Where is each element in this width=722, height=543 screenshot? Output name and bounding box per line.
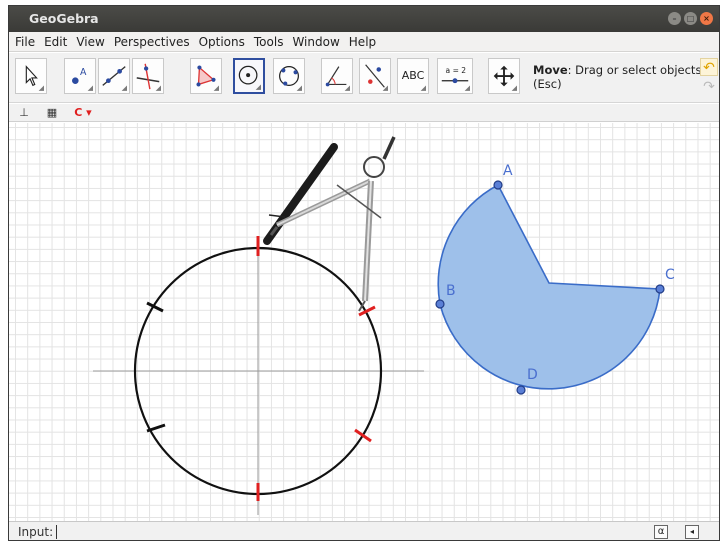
point-b-label: B (446, 283, 456, 299)
text-tool-button[interactable]: ABC ◢ (397, 58, 429, 94)
alpha-symbol-button[interactable]: α (654, 525, 668, 539)
tool-help: Move: Drag or select objects (Esc) (533, 63, 719, 91)
input-caret (56, 525, 57, 539)
geogebra-window: GeoGebra – □ × File Edit View Perspectiv… (8, 5, 720, 541)
minimize-button[interactable]: – (668, 12, 681, 25)
point-a-label: A (503, 163, 513, 179)
red-mark-lower-right (354, 428, 372, 443)
menu-options[interactable]: Options (199, 35, 245, 49)
compass-handle (382, 136, 396, 160)
sector-shape[interactable] (437, 183, 661, 390)
move-graphics-view-tool-button[interactable]: ◢ (488, 58, 520, 94)
circle-center-point-tool-button[interactable]: ◢ (233, 58, 265, 94)
line-tool-button[interactable]: ◢ (98, 58, 130, 94)
menu-view[interactable]: View (76, 35, 104, 49)
keyboard-toggle-icon[interactable]: ◂ (685, 525, 699, 539)
input-field[interactable] (53, 524, 653, 540)
perpendicular-line-tool-button[interactable]: ◢ (132, 58, 164, 94)
move-tool-button[interactable]: ◢ (15, 58, 47, 94)
point-d[interactable] (516, 385, 526, 395)
window-title: GeoGebra (29, 11, 99, 26)
redo-icon[interactable]: ↷ (700, 78, 718, 96)
input-bar: Input: α ◂ (9, 521, 719, 540)
menu-help[interactable]: Help (349, 35, 376, 49)
input-label: Input: (18, 525, 54, 539)
point-d-label: D (527, 367, 538, 383)
menu-bar: File Edit View Perspectives Options Tool… (9, 32, 719, 52)
maximize-button[interactable]: □ (684, 12, 697, 25)
svg-text:a = 2: a = 2 (446, 66, 467, 75)
compass-hinge-bar (336, 184, 382, 219)
style-bar: ⊥ ▦ C ▾ (9, 104, 719, 122)
menu-perspectives[interactable]: Perspectives (114, 35, 190, 49)
reflect-tool-button[interactable]: ◢ (359, 58, 391, 94)
grid-toggle-icon[interactable]: ▦ (43, 105, 61, 121)
color-menu-button[interactable]: C ▾ (69, 105, 97, 121)
circle-three-points-tool-button[interactable]: ◢ (273, 58, 305, 94)
undo-redo-group: ↶ ↷ (699, 56, 719, 100)
polygon-tool-button[interactable]: ◢ (190, 58, 222, 94)
angle-tool-button[interactable]: ◢ (321, 58, 353, 94)
menu-edit[interactable]: Edit (44, 35, 67, 49)
axes-toggle-icon[interactable]: ⊥ (15, 105, 33, 121)
compass-head (363, 156, 385, 178)
point-c[interactable] (655, 284, 665, 294)
point-a[interactable] (493, 180, 503, 190)
undo-icon[interactable]: ↶ (700, 58, 718, 76)
slider-tool-button[interactable]: a = 2 ◢ (437, 58, 473, 94)
graphics-view[interactable]: A B C D (9, 123, 719, 521)
point-tool-button[interactable]: A ◢ (64, 58, 96, 94)
menu-tools[interactable]: Tools (254, 35, 284, 49)
compass-illustration (263, 136, 396, 312)
compass-pencil (263, 143, 338, 245)
point-b[interactable] (435, 299, 445, 309)
svg-text:A: A (80, 67, 87, 78)
toolbar: ◢ A ◢ ◢ ◢ ◢ ◢ ◢ ◢ ◢ ABC ◢ a = 2 ◢ ◢ Move… (9, 53, 719, 103)
text-icon: ABC (401, 69, 425, 82)
menu-file[interactable]: File (15, 35, 35, 49)
menu-window[interactable]: Window (292, 35, 339, 49)
tool-help-title: Move (533, 63, 568, 77)
title-bar: GeoGebra – □ × (9, 6, 719, 32)
point-c-label: C (665, 267, 675, 283)
close-button[interactable]: × (700, 12, 713, 25)
drawing-svg (93, 136, 665, 515)
window-controls: – □ × (668, 12, 713, 25)
